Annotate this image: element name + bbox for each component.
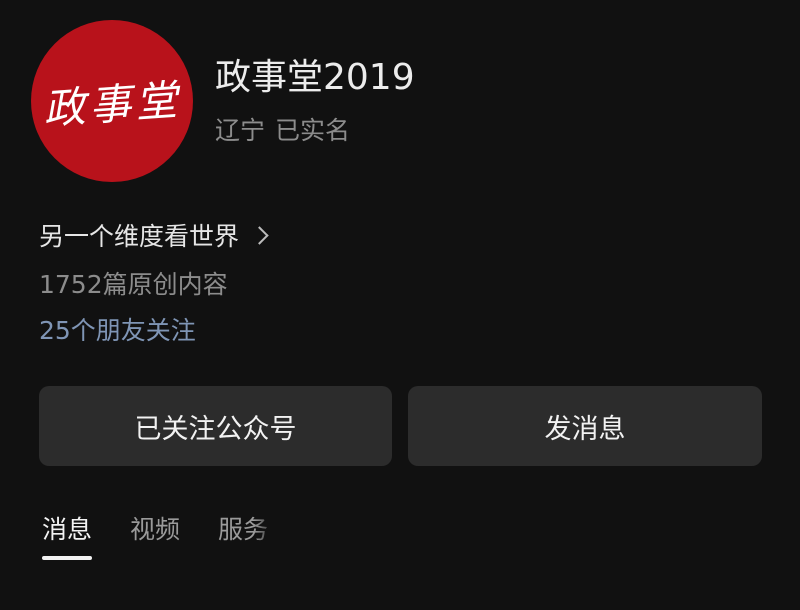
- verification-text: 已实名: [275, 116, 351, 145]
- location-text: 辽宁: [215, 116, 266, 145]
- account-name: 政事堂2019: [215, 57, 415, 98]
- tab-videos[interactable]: 视频: [130, 510, 180, 560]
- article-count: 1752篇原创内容: [39, 270, 228, 299]
- followed-account-label: 已关注公众号: [134, 413, 297, 445]
- send-message-label: 发消息: [544, 413, 626, 445]
- account-meta: 辽宁 已实名: [215, 111, 350, 147]
- friends-following-link[interactable]: 25个朋友关注: [39, 311, 196, 347]
- avatar-logo-text: 政事堂: [41, 74, 183, 134]
- chevron-right-icon: [250, 225, 269, 245]
- avatar[interactable]: 政事堂: [31, 20, 193, 182]
- tab-messages[interactable]: 消息: [42, 510, 93, 560]
- intro-text: 另一个维度看世界: [39, 222, 240, 251]
- intro-link[interactable]: 另一个维度看世界: [39, 217, 269, 253]
- content-tabs: 消息 视频 服务: [42, 510, 316, 560]
- tab-services[interactable]: 服务: [218, 510, 278, 560]
- send-message-button[interactable]: 发消息: [408, 386, 762, 466]
- followed-account-button[interactable]: 已关注公众号: [39, 386, 392, 466]
